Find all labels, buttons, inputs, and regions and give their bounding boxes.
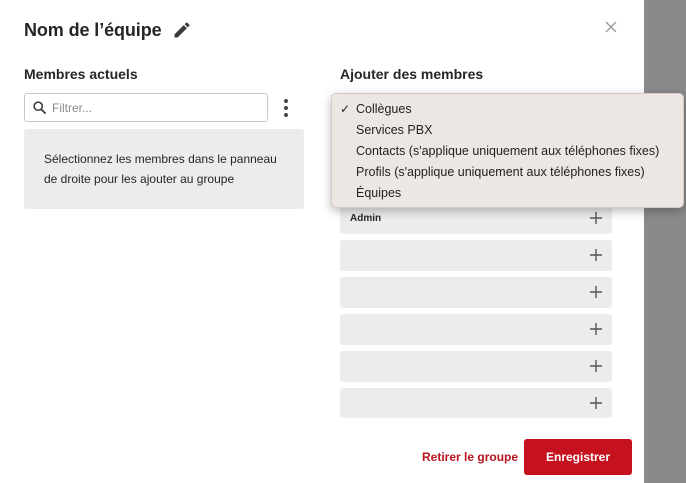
pencil-icon <box>174 22 190 38</box>
kebab-menu-icon <box>284 106 288 110</box>
plus-icon[interactable] <box>588 284 604 300</box>
member-row[interactable] <box>340 351 612 382</box>
team-name-title: Nom de l’équipe <box>24 19 162 40</box>
edit-team-name-button[interactable] <box>171 19 193 41</box>
team-dialog: Nom de l’équipe Membres actuels Ajouter … <box>0 0 644 483</box>
empty-state-text-line1: Sélectionnez les membres dans le panneau <box>44 152 277 166</box>
plus-icon[interactable] <box>588 358 604 374</box>
title-row: Nom de l’équipe <box>24 18 193 42</box>
member-row[interactable] <box>340 388 612 418</box>
kebab-menu-icon <box>284 99 288 103</box>
filter-input[interactable] <box>52 100 252 115</box>
close-button[interactable] <box>601 17 621 37</box>
dropdown-option-colleagues[interactable]: ✓ Collègues <box>332 99 683 120</box>
dropdown-option-profiles[interactable]: Profils (s'applique uniquement aux télép… <box>332 162 683 183</box>
current-members-empty-state: Sélectionnez les membres dans le panneau… <box>24 129 304 209</box>
member-source-dropdown: ✓ Collègues Services PBX Contacts (s'app… <box>331 93 684 208</box>
filter-field[interactable] <box>24 93 268 122</box>
dropdown-option-pbx-services[interactable]: Services PBX <box>332 120 683 141</box>
plus-icon[interactable] <box>588 210 604 226</box>
more-options-button[interactable] <box>278 96 294 120</box>
dropdown-option-label: Profils (s'applique uniquement aux télép… <box>356 165 645 179</box>
kebab-menu-icon <box>284 113 288 117</box>
current-members-heading: Membres actuels <box>24 66 138 82</box>
dropdown-option-contacts[interactable]: Contacts (s'applique uniquement aux télé… <box>332 141 683 162</box>
plus-icon[interactable] <box>588 247 604 263</box>
member-name: Admin <box>350 213 382 224</box>
member-row[interactable] <box>340 277 612 308</box>
dropdown-option-teams[interactable]: Équipes <box>332 183 683 204</box>
plus-icon[interactable] <box>588 321 604 337</box>
plus-icon[interactable] <box>588 395 604 411</box>
remove-group-link[interactable]: Retirer le groupe <box>422 450 518 464</box>
save-button[interactable]: Enregistrer <box>524 439 632 475</box>
dropdown-option-label: Équipes <box>356 186 402 200</box>
dropdown-option-label: Contacts (s'applique uniquement aux télé… <box>356 144 660 158</box>
close-icon <box>605 21 617 33</box>
add-members-heading: Ajouter des membres <box>340 66 484 82</box>
check-icon: ✓ <box>340 102 351 116</box>
search-icon <box>33 101 46 114</box>
member-row[interactable] <box>340 240 612 271</box>
dropdown-option-label: Collègues <box>356 102 412 116</box>
member-row[interactable] <box>340 314 612 345</box>
empty-state-text-line2: de droite pour les ajouter au groupe <box>44 172 235 186</box>
dropdown-option-label: Services PBX <box>356 123 433 137</box>
